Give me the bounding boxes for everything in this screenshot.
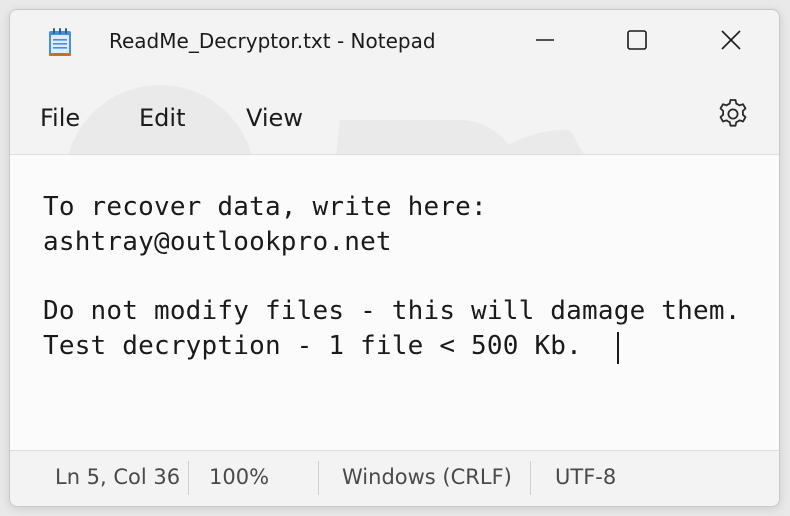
- menu-file[interactable]: File: [40, 104, 80, 132]
- maximize-button[interactable]: [609, 18, 665, 62]
- status-divider: [188, 461, 189, 495]
- editor-line: Test decryption - 1 file < 500 Kb.: [43, 331, 598, 361]
- line-endings: Windows (CRLF): [342, 465, 512, 489]
- text-editor[interactable]: To recover data, write here: ashtray@out…: [10, 154, 779, 451]
- editor-line: ashtray@outlookpro.net: [43, 227, 392, 257]
- title-bar[interactable]: ReadMe_Decryptor.txt - Notepad: [10, 10, 779, 72]
- minimize-button[interactable]: [517, 18, 573, 62]
- close-icon: [721, 30, 741, 50]
- menu-view[interactable]: View: [246, 104, 303, 132]
- zoom-level[interactable]: 100%: [209, 465, 269, 489]
- cursor-position: Ln 5, Col 36: [55, 465, 181, 489]
- maximize-icon: [627, 30, 647, 50]
- menu-bar: File Edit View: [10, 72, 779, 154]
- minimize-icon: [536, 39, 554, 41]
- status-divider: [318, 461, 319, 495]
- status-bar: Ln 5, Col 36 100% Windows (CRLF) UTF-8: [10, 451, 779, 506]
- text-caret: [617, 332, 619, 364]
- encoding: UTF-8: [555, 465, 617, 489]
- notepad-icon: [49, 28, 71, 56]
- window-title: ReadMe_Decryptor.txt - Notepad: [109, 29, 436, 53]
- status-divider: [530, 461, 531, 495]
- gear-icon[interactable]: [716, 97, 750, 131]
- notepad-window: ReadMe_Decryptor.txt - Notepad File Edit…: [9, 9, 780, 507]
- menu-edit[interactable]: Edit: [139, 104, 185, 132]
- editor-line: To recover data, write here:: [43, 192, 487, 222]
- close-button[interactable]: [703, 18, 759, 62]
- editor-line: Do not modify files - this will damage t…: [43, 296, 741, 326]
